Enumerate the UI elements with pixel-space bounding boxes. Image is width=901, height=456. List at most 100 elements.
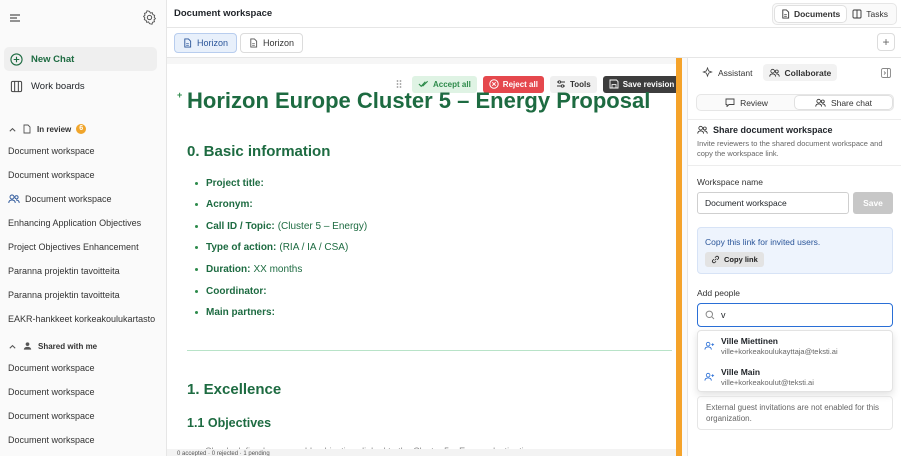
sidebar-item-label: Document workspace	[8, 363, 95, 373]
tab-horizon-2[interactable]: Horizon	[240, 33, 304, 53]
field-project-title: Project title:	[195, 178, 267, 189]
add-user-icon	[704, 341, 715, 350]
plus-icon: +	[882, 35, 890, 49]
field-label: Call ID / Topic:	[206, 221, 275, 232]
sidebar-item-review-7[interactable]: Paranna projektin tavoitteita	[8, 290, 158, 300]
chat-icon	[725, 98, 735, 107]
tab-assistant[interactable]: Assistant	[696, 64, 759, 81]
sidebar-item-shared-2[interactable]: Document workspace	[8, 387, 158, 397]
sidebar-item-review-3[interactable]: Document workspace	[8, 194, 158, 204]
sidebar-item-label: Paranna projektin tavoitteita	[8, 266, 120, 276]
shared-section[interactable]: Shared with me	[8, 341, 97, 351]
sidebar-item-review-2[interactable]: Document workspace	[8, 170, 158, 180]
group-icon	[23, 342, 32, 350]
tab-label: Horizon	[263, 38, 295, 48]
search-icon	[705, 310, 715, 320]
suggestion-ville-miettinen[interactable]: Ville Miettinen ville+korkeakoulukayttaj…	[704, 336, 838, 356]
panel-tabs: Assistant Collaborate	[696, 64, 838, 81]
sidebar-item-review-4[interactable]: Enhancing Application Objectives	[8, 218, 158, 228]
sidebar: New Chat Work boards In review 6 Documen…	[0, 0, 167, 456]
document-icon	[782, 9, 790, 19]
share-link-box: Copy this link for invited users. Copy l…	[697, 227, 893, 274]
workspace-name-label: Workspace name	[697, 177, 763, 187]
sidebar-item-shared-3[interactable]: Document workspace	[8, 411, 158, 421]
view-toggle: Documents Tasks	[771, 3, 897, 25]
columns-icon	[852, 9, 862, 19]
documents-toggle[interactable]: Documents	[774, 6, 847, 22]
sidebar-item-review-8[interactable]: EAKR-hankkeet korkeakoulukartasto	[8, 314, 158, 324]
save-button[interactable]: Save	[853, 192, 893, 214]
collaborate-panel: Assistant Collaborate Review Share chat …	[688, 58, 901, 456]
person-name: Ville Main	[721, 367, 761, 377]
sidebar-item-shared-1[interactable]: Document workspace	[8, 363, 158, 373]
section-heading-basic: 0. Basic information	[187, 143, 331, 160]
field-call-id: Call ID / Topic: (Cluster 5 – Energy)	[195, 221, 367, 232]
sidebar-item-label: EAKR-hankkeet korkeakoulukartasto	[8, 314, 156, 324]
share-link-text: Copy this link for invited users.	[705, 237, 821, 247]
add-people-label: Add people	[697, 288, 741, 298]
search-value: v	[721, 310, 726, 320]
field-value: XX months	[253, 264, 303, 275]
insertion-marker: +	[177, 90, 183, 100]
users-icon	[8, 194, 20, 204]
sidebar-item-shared-4[interactable]: Document workspace	[8, 435, 158, 445]
document-title: Horizon Europe Cluster 5 – Energy Propos…	[187, 88, 651, 113]
tab-label: Collaborate	[784, 67, 832, 78]
copy-link-button[interactable]: Copy link	[705, 252, 764, 267]
segment-label: Review	[740, 97, 768, 108]
menu-icon[interactable]	[9, 12, 21, 24]
page-title: Document workspace	[174, 8, 273, 19]
share-description: Invite reviewers to the shared document …	[697, 139, 883, 158]
sidebar-item-label: Paranna projektin tavoitteita	[8, 290, 120, 300]
workspace-name-input[interactable]: Document workspace	[697, 192, 849, 214]
users-icon	[697, 125, 708, 134]
sidebar-item-review-5[interactable]: Project Objectives Enhancement	[8, 242, 158, 252]
tasks-toggle[interactable]: Tasks	[846, 6, 894, 22]
shared-label: Shared with me	[38, 341, 98, 351]
panel-segment: Review Share chat	[696, 94, 894, 111]
sidebar-top	[0, 0, 166, 36]
double-check-icon	[418, 80, 429, 88]
sidebar-item-label: Document workspace	[8, 411, 95, 421]
link-icon	[712, 255, 719, 264]
chevron-up-icon	[9, 127, 16, 132]
section-divider	[187, 350, 672, 351]
document-tabbar: Horizon Horizon +	[167, 29, 901, 58]
tab-horizon-1[interactable]: Horizon	[174, 33, 238, 53]
sidebar-item-review-1[interactable]: Document workspace	[8, 146, 158, 156]
collapse-panel-icon[interactable]	[881, 68, 891, 78]
sidebar-item-label: Document workspace	[8, 435, 95, 445]
people-search-input[interactable]: v	[697, 303, 893, 327]
sidebar-item-review-6[interactable]: Paranna projektin tavoitteita	[8, 266, 158, 276]
field-coordinator: Coordinator:	[195, 286, 270, 297]
chevron-up-icon	[9, 344, 16, 349]
new-chat-button[interactable]: New Chat	[4, 47, 157, 71]
tab-collaborate[interactable]: Collaborate	[762, 64, 838, 81]
subsection-heading-objectives: 1.1 Objectives	[187, 416, 272, 430]
sparkle-icon	[702, 67, 713, 78]
add-user-icon	[704, 372, 715, 381]
in-review-section[interactable]: In review 6	[8, 124, 87, 134]
field-label: Acronym:	[206, 199, 253, 210]
divider	[688, 119, 901, 120]
document-icon	[250, 38, 258, 48]
users-icon	[815, 98, 826, 107]
field-type-of-action: Type of action: (RIA / IA / CSA)	[195, 242, 348, 253]
segment-review[interactable]: Review	[698, 96, 795, 109]
sidebar-item-label: Enhancing Application Objectives	[8, 218, 142, 228]
add-tab-button[interactable]: +	[877, 33, 895, 51]
segment-share-chat[interactable]: Share chat	[795, 96, 892, 109]
sidebar-item-label: Document workspace	[8, 387, 95, 397]
field-main-partners: Main partners:	[195, 307, 278, 318]
work-boards-button[interactable]: Work boards	[4, 74, 157, 98]
in-review-count-badge: 6	[76, 124, 87, 134]
work-boards-label: Work boards	[31, 80, 85, 92]
person-name: Ville Miettinen	[721, 336, 778, 346]
gear-icon[interactable]	[142, 10, 157, 25]
people-suggestions: Ville Miettinen ville+korkeakoulukayttaj…	[697, 330, 893, 392]
field-label: Duration:	[206, 264, 251, 275]
field-duration: Duration: XX months	[195, 264, 302, 275]
sidebar-item-label: Document workspace	[25, 194, 112, 204]
field-acronym: Acronym:	[195, 199, 256, 210]
suggestion-ville-main[interactable]: Ville Main ville+korkeakoulut@teksti.ai	[704, 367, 814, 387]
